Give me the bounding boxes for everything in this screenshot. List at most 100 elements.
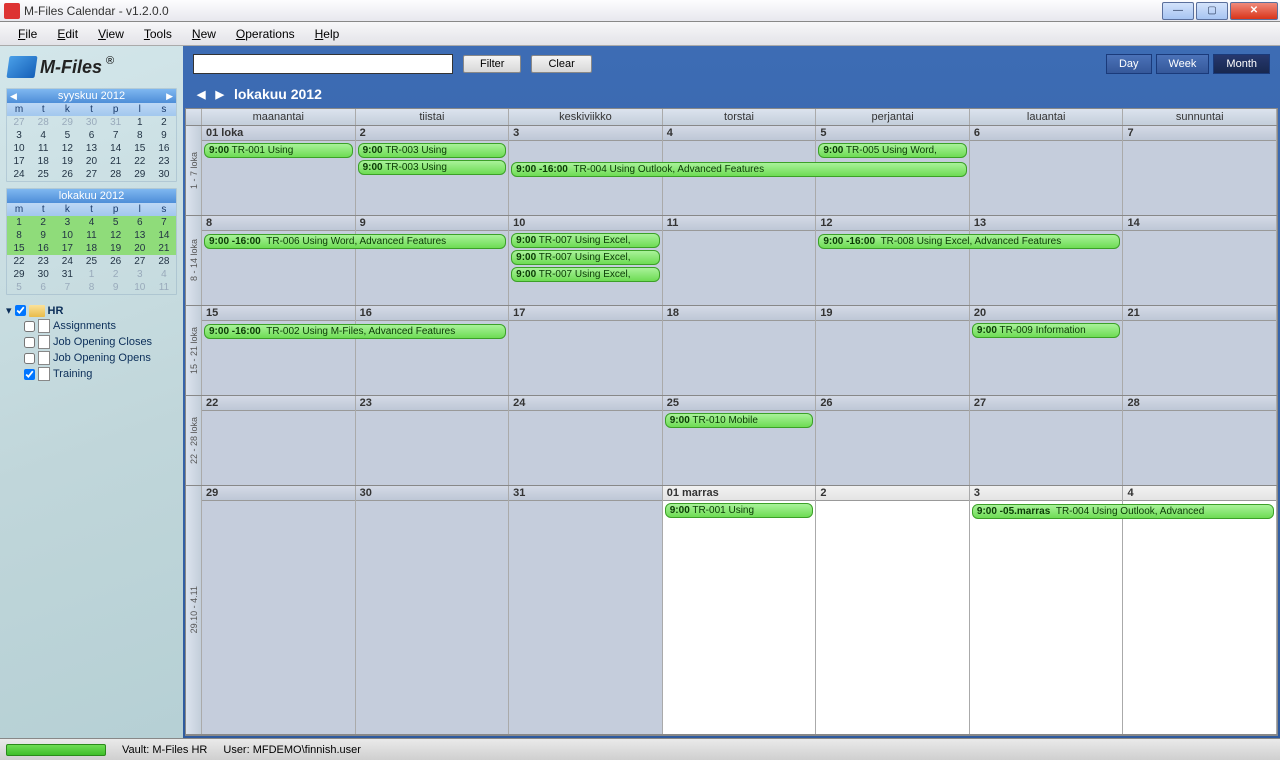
minical-day[interactable]: 17 (7, 155, 31, 168)
day-cell[interactable]: 19 (816, 306, 970, 395)
day-cell[interactable]: 17 (509, 306, 663, 395)
tree-checkbox[interactable] (24, 321, 35, 332)
minical-day[interactable]: 30 (31, 268, 55, 281)
tree-root[interactable]: ▾ HR (6, 303, 177, 318)
day-cell[interactable]: 24 (509, 396, 663, 485)
tree-item[interactable]: Job Opening Closes (24, 334, 177, 350)
minical-day[interactable]: 20 (128, 242, 152, 255)
minical-day[interactable]: 12 (55, 142, 79, 155)
calendar-event-span[interactable]: 9:00 -16:00 TR-002 Using M-Files, Advanc… (204, 324, 506, 339)
day-cell[interactable]: 39:00 -16:00 TR-004 Using Outlook, Advan… (509, 126, 663, 215)
minical-day[interactable]: 19 (104, 242, 128, 255)
close-button[interactable]: ✕ (1230, 2, 1278, 20)
minical-day[interactable]: 3 (128, 268, 152, 281)
view-day-button[interactable]: Day (1106, 54, 1152, 74)
calendar-event[interactable]: 9:00 TR-007 Using Excel, (511, 267, 660, 282)
minical-day[interactable]: 11 (79, 229, 103, 242)
minical-day[interactable]: 30 (79, 116, 103, 129)
minical-day[interactable]: 2 (104, 268, 128, 281)
minical-day[interactable]: 27 (79, 168, 103, 181)
day-cell[interactable]: 259:00 TR-010 Mobile (663, 396, 817, 485)
minical-day[interactable]: 7 (152, 216, 176, 229)
day-cell[interactable]: 13 (970, 216, 1124, 305)
minical-day[interactable]: 9 (104, 281, 128, 294)
day-cell[interactable]: 28 (1123, 396, 1277, 485)
minicalendar-current[interactable]: lokakuu 2012 mtktpls12345678910111213141… (6, 188, 177, 295)
minical-day[interactable]: 21 (104, 155, 128, 168)
day-cell[interactable]: 16 (356, 306, 510, 395)
minical-day[interactable]: 25 (31, 168, 55, 181)
next-month-icon[interactable]: ▶ (215, 88, 223, 101)
day-cell[interactable]: 22 (202, 396, 356, 485)
minical-day[interactable]: 29 (7, 268, 31, 281)
minical-day[interactable]: 15 (7, 242, 31, 255)
minical-day[interactable]: 16 (31, 242, 55, 255)
minical-day[interactable]: 15 (128, 142, 152, 155)
calendar-event[interactable]: 9:00 TR-003 Using (358, 160, 507, 175)
day-cell[interactable]: 26 (816, 396, 970, 485)
day-cell[interactable]: 129:00 -16:00 TR-008 Using Excel, Advanc… (816, 216, 970, 305)
minical-day[interactable]: 21 (152, 242, 176, 255)
minical-next-icon[interactable]: ▶ (166, 91, 173, 102)
calendar-event[interactable]: 9:00 TR-007 Using Excel, (511, 250, 660, 265)
minical-day[interactable]: 28 (104, 168, 128, 181)
calendar-event[interactable]: 9:00 TR-001 Using (204, 143, 353, 158)
minical-day[interactable]: 19 (55, 155, 79, 168)
minical-day[interactable]: 29 (128, 168, 152, 181)
calendar-event[interactable]: 9:00 TR-009 Information (972, 323, 1121, 338)
tree-checkbox[interactable] (24, 369, 35, 380)
menu-new[interactable]: New (182, 24, 226, 44)
filter-button[interactable]: Filter (463, 55, 521, 73)
minical-day[interactable]: 25 (79, 255, 103, 268)
minical-day[interactable]: 9 (31, 229, 55, 242)
day-cell[interactable]: 209:00 TR-009 Information (970, 306, 1124, 395)
minical-day[interactable]: 8 (79, 281, 103, 294)
minical-day[interactable]: 31 (55, 268, 79, 281)
day-cell[interactable]: 7 (1123, 126, 1277, 215)
minical-day[interactable]: 6 (79, 129, 103, 142)
minical-day[interactable]: 24 (7, 168, 31, 181)
minical-day[interactable]: 12 (104, 229, 128, 242)
minical-day[interactable]: 4 (79, 216, 103, 229)
minical-day[interactable]: 22 (7, 255, 31, 268)
day-cell[interactable]: 29 (202, 486, 356, 734)
week-label[interactable]: 15 - 21 loka (186, 306, 202, 395)
day-cell[interactable]: 39:00 -05.marras TR-004 Using Outlook, A… (970, 486, 1124, 734)
minical-day[interactable]: 13 (128, 229, 152, 242)
minical-day[interactable]: 10 (128, 281, 152, 294)
day-cell[interactable]: 4 (1123, 486, 1277, 734)
day-cell[interactable]: 6 (970, 126, 1124, 215)
menu-operations[interactable]: Operations (226, 24, 305, 44)
minical-day[interactable]: 14 (104, 142, 128, 155)
minical-day[interactable]: 7 (104, 129, 128, 142)
day-cell[interactable]: 2 (816, 486, 970, 734)
calendar-event-span[interactable]: 9:00 -05.marras TR-004 Using Outlook, Ad… (972, 504, 1274, 519)
minical-day[interactable]: 17 (55, 242, 79, 255)
day-cell[interactable]: 01 marras9:00 TR-001 Using (663, 486, 817, 734)
calendar-event-span[interactable]: 9:00 -16:00 TR-006 Using Word, Advanced … (204, 234, 506, 249)
filter-input[interactable] (193, 54, 453, 74)
minical-day[interactable]: 27 (7, 116, 31, 129)
minical-day[interactable]: 6 (128, 216, 152, 229)
minical-day[interactable]: 7 (55, 281, 79, 294)
calendar-event-span[interactable]: 9:00 -16:00 TR-008 Using Excel, Advanced… (818, 234, 1120, 249)
minical-day[interactable]: 31 (104, 116, 128, 129)
week-label[interactable]: 1 - 7 loka (186, 126, 202, 215)
minical-day[interactable]: 3 (55, 216, 79, 229)
day-cell[interactable]: 14 (1123, 216, 1277, 305)
minical-day[interactable]: 14 (152, 229, 176, 242)
calendar-event[interactable]: 9:00 TR-003 Using (358, 143, 507, 158)
minical-day[interactable]: 3 (7, 129, 31, 142)
view-week-button[interactable]: Week (1156, 54, 1210, 74)
minical-day[interactable]: 1 (7, 216, 31, 229)
minical-day[interactable]: 23 (31, 255, 55, 268)
minical-day[interactable]: 1 (79, 268, 103, 281)
day-cell[interactable]: 18 (663, 306, 817, 395)
view-month-button[interactable]: Month (1213, 54, 1270, 74)
day-cell[interactable]: 11 (663, 216, 817, 305)
day-cell[interactable]: 23 (356, 396, 510, 485)
minical-day[interactable]: 28 (31, 116, 55, 129)
tree-checkbox[interactable] (15, 305, 26, 316)
minical-day[interactable]: 8 (128, 129, 152, 142)
calendar-event[interactable]: 9:00 TR-010 Mobile (665, 413, 814, 428)
